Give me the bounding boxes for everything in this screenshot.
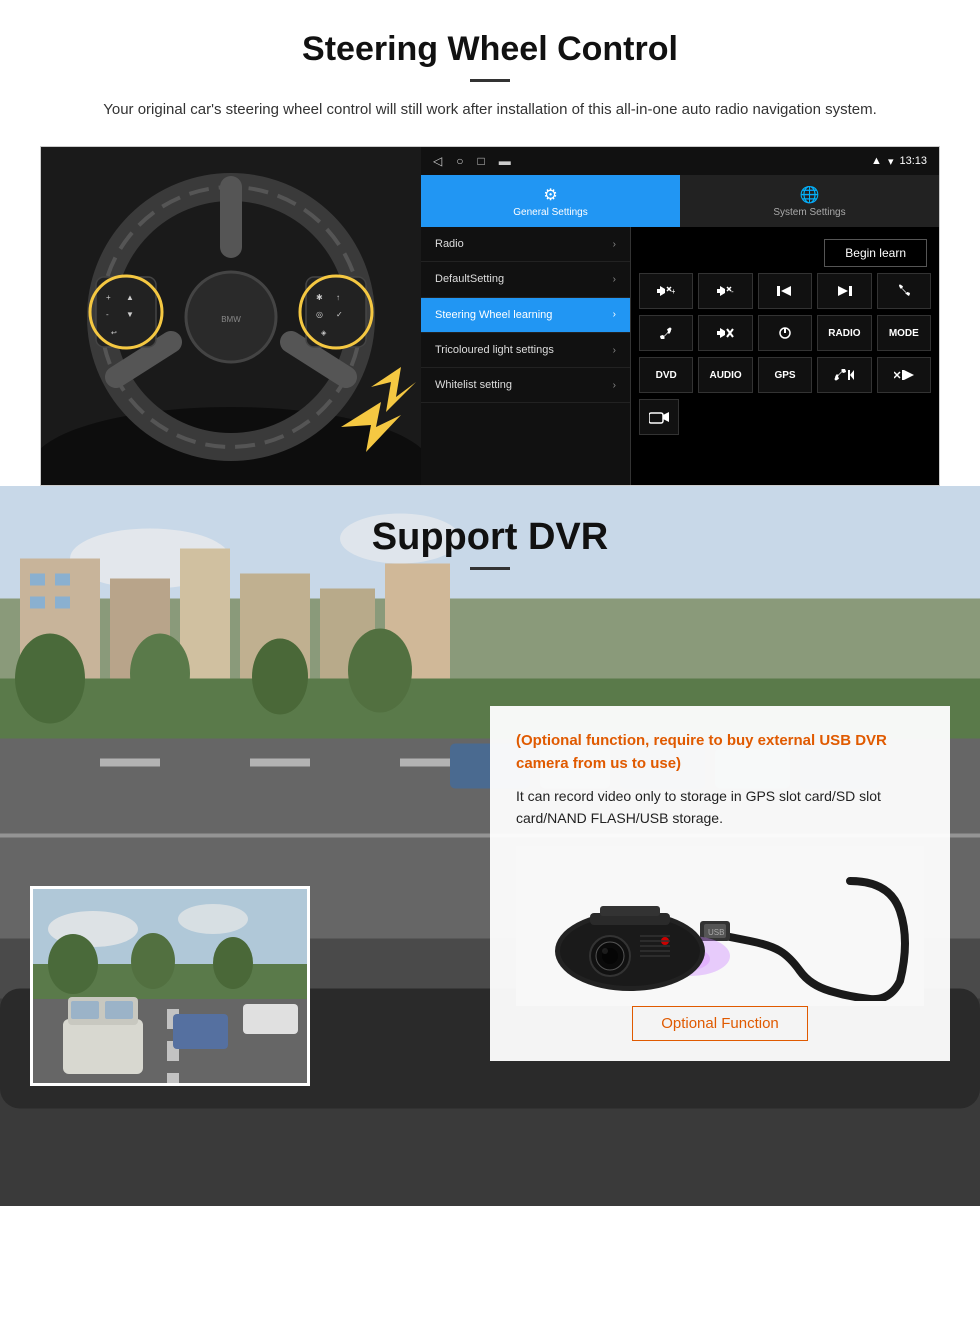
steering-subtitle: Your original car's steering wheel contr… <box>80 98 900 122</box>
menu-item-tricolour-label: Tricoloured light settings <box>435 343 554 357</box>
begin-learn-button[interactable]: Begin learn <box>824 239 927 267</box>
ctrl-row-3: DVD AUDIO GPS <box>639 357 931 393</box>
back-icon: ◁ <box>433 154 442 168</box>
steering-title: Steering Wheel Control <box>40 30 940 69</box>
menu-item-whitelist-label: Whitelist setting <box>435 378 512 392</box>
android-tabs: ⚙ General Settings 🌐 System Settings <box>421 175 939 227</box>
wifi-icon: ▾ <box>888 155 894 168</box>
mute-btn[interactable] <box>698 315 752 351</box>
menu-item-tricolour[interactable]: Tricoloured light settings › <box>421 333 630 368</box>
radio-btn[interactable]: RADIO <box>817 315 871 351</box>
thumbnail-svg <box>33 889 310 1086</box>
steering-wheel-section: Steering Wheel Control Your original car… <box>0 0 980 486</box>
svg-text:+: + <box>671 287 675 296</box>
cut-next-btn[interactable] <box>877 357 931 393</box>
camera-btn[interactable] <box>639 399 679 435</box>
tab-general[interactable]: ⚙ General Settings <box>421 175 680 227</box>
steering-photo: BMW + ▲ - ▼ ↩ ✱ ↑ ◎ ✓ ◈ <box>41 147 421 486</box>
menu-item-radio[interactable]: Radio › <box>421 227 630 262</box>
tab-system-label: System Settings <box>773 207 845 218</box>
android-ui: ◁ ○ □ ▬ ▲ ▾ 13:13 ⚙ General Settings 🌐 S… <box>421 147 939 485</box>
gps-btn[interactable]: GPS <box>758 357 812 393</box>
camera-svg: USB <box>530 851 910 1001</box>
next-btn[interactable] <box>817 273 871 309</box>
chevron-right-icon: › <box>613 345 616 356</box>
chevron-right-icon: › <box>613 274 616 285</box>
svg-text:▲: ▲ <box>126 293 134 302</box>
tab-general-label: General Settings <box>513 207 588 218</box>
dvd-label: DVD <box>656 370 677 381</box>
status-time: 13:13 <box>899 155 927 167</box>
vol-up-btn[interactable]: + <box>639 273 693 309</box>
menu-icon: ▬ <box>499 154 511 168</box>
android-content: Radio › DefaultSetting › Steering Wheel … <box>421 227 939 485</box>
mode-label: MODE <box>889 328 919 339</box>
dvr-divider <box>470 567 510 570</box>
svg-text:↩: ↩ <box>111 330 117 337</box>
svg-text:◎: ◎ <box>316 310 323 319</box>
chevron-right-icon: › <box>613 380 616 391</box>
menu-list: Radio › DefaultSetting › Steering Wheel … <box>421 227 631 485</box>
menu-item-radio-label: Radio <box>435 237 464 251</box>
svg-text:↑: ↑ <box>336 293 340 302</box>
power-btn[interactable] <box>758 315 812 351</box>
svg-text:✓: ✓ <box>336 310 343 319</box>
svg-text:USB: USB <box>708 928 724 937</box>
phone-btn[interactable] <box>877 273 931 309</box>
gps-label: GPS <box>774 370 795 381</box>
phone-prev-btn[interactable] <box>817 357 871 393</box>
dvr-section: Support DVR (Optional function, require … <box>0 486 980 1206</box>
ctrl-row-1: + - <box>639 273 931 309</box>
chevron-right-icon: › <box>613 239 616 250</box>
chevron-right-icon: › <box>613 309 616 320</box>
ctrl-row-4 <box>639 399 931 435</box>
svg-text:◈: ◈ <box>321 330 327 337</box>
svg-text:BMW: BMW <box>221 315 241 324</box>
system-settings-icon: 🌐 <box>800 185 820 205</box>
dvd-btn[interactable]: DVD <box>639 357 693 393</box>
menu-item-steering-label: Steering Wheel learning <box>435 308 552 322</box>
menu-item-steering[interactable]: Steering Wheel learning › <box>421 298 630 333</box>
menu-item-default-label: DefaultSetting <box>435 272 504 286</box>
screenshot-container: BMW + ▲ - ▼ ↩ ✱ ↑ ◎ ✓ ◈ <box>40 146 940 486</box>
begin-learn-row: Begin learn <box>639 235 931 267</box>
dvr-title: Support DVR <box>0 516 980 559</box>
prev-btn[interactable] <box>758 273 812 309</box>
ctrl-row-2: RADIO MODE <box>639 315 931 351</box>
radio-label: RADIO <box>828 328 860 339</box>
title-divider <box>470 79 510 82</box>
vol-down-btn[interactable]: - <box>698 273 752 309</box>
dvr-info-box: (Optional function, require to buy exter… <box>490 706 950 1061</box>
menu-item-whitelist[interactable]: Whitelist setting › <box>421 368 630 403</box>
control-panel: Begin learn + - <box>631 227 939 485</box>
dvr-title-area: Support DVR <box>0 486 980 586</box>
home-icon: ○ <box>456 154 463 168</box>
dvr-optional-text: (Optional function, require to buy exter… <box>516 730 924 775</box>
svg-text:-: - <box>731 287 734 296</box>
signal-icon: ▲ <box>871 155 882 167</box>
audio-label: AUDIO <box>709 370 741 381</box>
tab-system[interactable]: 🌐 System Settings <box>680 175 939 227</box>
svg-text:-: - <box>106 310 109 319</box>
svg-text:✱: ✱ <box>316 293 323 302</box>
recents-icon: □ <box>477 154 484 168</box>
hang-up-btn[interactable] <box>639 315 693 351</box>
svg-text:+: + <box>106 293 111 302</box>
mode-btn[interactable]: MODE <box>877 315 931 351</box>
optional-function-button[interactable]: Optional Function <box>632 1006 808 1041</box>
dvr-description: It can record video only to storage in G… <box>516 785 924 830</box>
status-bar: ◁ ○ □ ▬ ▲ ▾ 13:13 <box>421 147 939 175</box>
steering-wheel-svg: BMW + ▲ - ▼ ↩ ✱ ↑ ◎ ✓ ◈ <box>41 147 421 486</box>
dvr-thumbnail <box>30 886 310 1086</box>
dvr-camera-illustration: USB <box>516 846 924 1006</box>
general-settings-icon: ⚙ <box>543 185 557 205</box>
menu-item-default[interactable]: DefaultSetting › <box>421 262 630 297</box>
audio-btn[interactable]: AUDIO <box>698 357 752 393</box>
svg-text:▼: ▼ <box>126 310 134 319</box>
